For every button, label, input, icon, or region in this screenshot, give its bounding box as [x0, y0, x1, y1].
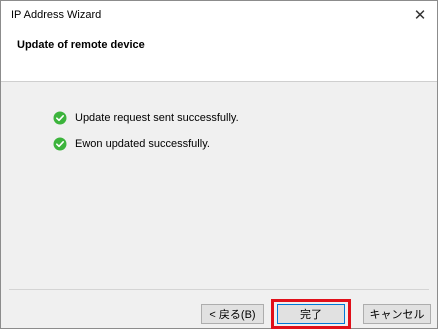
page-title: Update of remote device — [17, 39, 145, 51]
check-circle-icon — [53, 111, 67, 125]
check-circle-icon — [53, 137, 67, 151]
back-button[interactable]: < 戻る(B) — [201, 304, 264, 324]
status-text: Update request sent successfully. — [75, 112, 239, 124]
status-message-2: Ewon updated successfully. — [53, 137, 210, 151]
cancel-button[interactable]: キャンセル — [363, 304, 431, 324]
window-title: IP Address Wizard — [11, 9, 102, 21]
status-text: Ewon updated successfully. — [75, 138, 210, 150]
wizard-header: Update of remote device — [1, 29, 437, 82]
footer-divider — [9, 289, 429, 290]
wizard-window: IP Address Wizard ✕ Update of remote dev… — [0, 0, 438, 329]
close-icon[interactable]: ✕ — [403, 1, 437, 29]
finish-button[interactable]: 完了 — [277, 304, 345, 324]
status-message-1: Update request sent successfully. — [53, 111, 239, 125]
title-bar: IP Address Wizard ✕ — [1, 1, 437, 29]
